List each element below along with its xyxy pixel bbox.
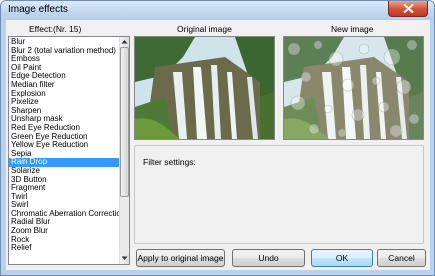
scroll-thumb[interactable] xyxy=(120,47,129,197)
waterfall-photo-original xyxy=(135,37,274,139)
title-bar[interactable]: Image effects xyxy=(1,1,434,20)
filter-settings-panel: Filter settings: xyxy=(134,145,424,244)
scroll-down-button[interactable] xyxy=(120,254,129,264)
effect-list-item[interactable]: 3D Button xyxy=(9,176,119,185)
effect-count: (Nr. 15) xyxy=(53,24,82,34)
arrow-down-icon xyxy=(121,256,128,260)
effect-list-item[interactable]: Edge Detection xyxy=(9,72,119,81)
window-title: Image effects xyxy=(8,4,68,15)
undo-button[interactable]: Undo xyxy=(232,249,305,267)
dialog-body: Effect: (Nr. 15) Blur Blur 2 (total varia… xyxy=(6,20,430,270)
original-image-preview xyxy=(134,36,275,140)
cancel-button[interactable]: Cancel xyxy=(377,249,426,267)
effect-list-items: Blur Blur 2 (total variation method) Embos… xyxy=(9,38,119,253)
original-image-label: Original image xyxy=(177,24,232,34)
close-button[interactable] xyxy=(388,1,428,17)
effect-list-item[interactable]: Blur 2 (total variation method) xyxy=(9,47,119,56)
effect-list-item[interactable]: Median filter xyxy=(9,81,119,90)
scroll-up-button[interactable] xyxy=(120,37,129,47)
effect-list-item[interactable]: Green Eye Reduction xyxy=(9,133,119,142)
effect-list-item[interactable]: Solarize xyxy=(9,167,119,176)
effect-list-item[interactable]: Explosion xyxy=(9,90,119,99)
effect-list-item[interactable]: Chromatic Aberration Correction xyxy=(9,210,119,219)
effect-list-item[interactable]: Emboss xyxy=(9,55,119,64)
effect-list-item[interactable]: Radial Blur xyxy=(9,218,119,227)
effect-list-item[interactable]: Rock xyxy=(9,236,119,245)
effect-list-item[interactable]: Twirl xyxy=(9,193,119,202)
filter-settings-label: Filter settings: xyxy=(143,157,196,167)
effect-label: Effect: xyxy=(29,24,53,34)
effect-list-item[interactable]: Sepia xyxy=(9,150,119,159)
effect-list-item[interactable]: Blur xyxy=(9,38,119,47)
image-effects-window: Image effects Effect: (Nr. 15) Blur Blur … xyxy=(0,0,435,276)
effect-list-item[interactable]: Oil Paint xyxy=(9,64,119,73)
effect-list-item[interactable]: Rain Drop xyxy=(9,158,119,167)
new-image-label: New image xyxy=(331,24,374,34)
effect-list-item[interactable]: Pixelize xyxy=(9,98,119,107)
effect-list-item[interactable]: Fragment xyxy=(9,184,119,193)
apply-to-original-button[interactable]: Apply to original image xyxy=(136,249,225,267)
effect-list[interactable]: Blur Blur 2 (total variation method) Embos… xyxy=(8,36,130,265)
new-image-preview xyxy=(283,36,424,140)
close-icon xyxy=(403,4,414,13)
effect-list-item[interactable]: Red Eye Reduction xyxy=(9,124,119,133)
effect-list-scrollbar[interactable] xyxy=(119,37,129,264)
effect-list-item[interactable]: Relief xyxy=(9,244,119,253)
effect-list-item[interactable]: Zoom Blur xyxy=(9,227,119,236)
effect-list-item[interactable]: Swirl xyxy=(9,201,119,210)
effect-list-item[interactable]: Yellow Eye Reduction xyxy=(9,141,119,150)
effect-list-item[interactable]: Unsharp mask xyxy=(9,115,119,124)
ok-button[interactable]: OK xyxy=(311,249,373,267)
effect-list-item[interactable]: Sharpen xyxy=(9,107,119,116)
arrow-up-icon xyxy=(121,40,128,44)
waterfall-photo-rain-drop xyxy=(284,37,423,139)
